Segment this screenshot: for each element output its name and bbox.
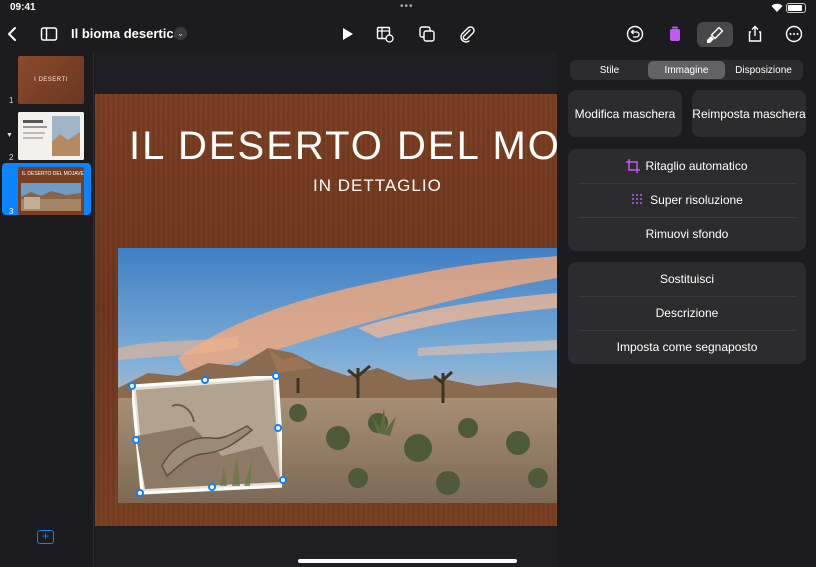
trash-icon[interactable] — [664, 23, 686, 45]
table-chart-icon[interactable] — [374, 23, 396, 45]
reset-mask-button[interactable]: Reimposta maschera — [692, 90, 806, 137]
slide-subtitle[interactable]: IN DETTAGLIO — [313, 176, 442, 196]
status-bar: 09:41 ••• — [0, 0, 816, 16]
more-icon[interactable] — [783, 23, 805, 45]
toolbar: Il bioma desertico ⌄ — [0, 16, 816, 52]
slide-title[interactable]: IL DESERTO DEL MOJ — [129, 124, 557, 169]
selection-handle[interactable] — [132, 436, 140, 444]
selection-handle[interactable] — [128, 382, 136, 390]
selection-handle[interactable] — [274, 424, 282, 432]
wifi-icon — [771, 3, 783, 12]
undo-icon[interactable] — [624, 23, 646, 45]
selection-handle[interactable] — [272, 372, 280, 380]
document-title[interactable]: Il bioma desertico — [71, 26, 182, 41]
thumb-title: IL DESERTO DEL MOJAVE — [22, 171, 84, 177]
tab-image[interactable]: Immagine — [648, 61, 725, 79]
tab-style[interactable]: Stile — [571, 61, 648, 79]
image-actions-group: Sostituisci Descrizione Imposta come seg… — [568, 262, 806, 364]
image-tools-group: Ritaglio automatico Super risoluzione Ri… — [568, 149, 806, 251]
share-icon[interactable] — [744, 23, 766, 45]
play-icon[interactable] — [336, 23, 358, 45]
keynote-app: 09:41 ••• Il bioma desertico ⌄ I DESERTI… — [0, 0, 816, 567]
replace-button[interactable]: Sostituisci — [568, 262, 806, 296]
battery-icon — [786, 3, 806, 13]
shapes-icon[interactable] — [416, 23, 438, 45]
chevron-down-icon[interactable]: ⌄ — [174, 27, 187, 40]
add-slide-icon[interactable]: + — [37, 530, 54, 544]
paperclip-icon[interactable] — [456, 23, 478, 45]
back-icon[interactable] — [2, 23, 24, 45]
collapse-triangle-icon[interactable]: ▼ — [6, 132, 13, 139]
slide-thumbnail-image: I DESERTI — [18, 56, 84, 104]
multitasking-dots[interactable]: ••• — [400, 1, 414, 12]
super-resolution-label: Super risoluzione — [650, 193, 743, 207]
selection-handle[interactable] — [208, 483, 216, 491]
format-button[interactable] — [697, 22, 733, 47]
paintbrush-icon — [707, 26, 724, 43]
auto-crop-button[interactable]: Ritaglio automatico — [568, 149, 806, 183]
slide-number: 2 — [9, 153, 14, 162]
slide-thumbnail-image — [18, 112, 84, 160]
sidebar-icon[interactable] — [38, 23, 60, 45]
crop-icon — [626, 159, 641, 173]
selection-handle[interactable] — [201, 376, 209, 384]
slide-thumbnail-image: IL DESERTO DEL MOJAVE — [18, 167, 84, 215]
slide-number: 1 — [9, 96, 14, 105]
selection-handle[interactable] — [279, 476, 287, 484]
lizard-image — [132, 376, 282, 495]
slide-navigator: I DESERTI 1 ▼ 2 IL DESERTO DEL MOJAVE 3 … — [0, 52, 94, 567]
format-inspector: Stile Immagine Disposizione Modifica mas… — [557, 52, 816, 567]
tab-arrange[interactable]: Disposizione — [725, 61, 802, 79]
auto-crop-label: Ritaglio automatico — [645, 159, 748, 173]
home-indicator[interactable] — [298, 559, 517, 563]
slide-number: 3 — [9, 207, 14, 216]
slide-canvas: IL DESERTO DEL MOJ IN DETTAGLIO — [95, 52, 557, 567]
super-resolution-button[interactable]: Super risoluzione — [568, 183, 806, 217]
description-button[interactable]: Descrizione — [568, 296, 806, 330]
inspector-tabs: Stile Immagine Disposizione — [570, 60, 803, 80]
edit-mask-button[interactable]: Modifica maschera — [568, 90, 682, 137]
remove-background-button[interactable]: Rimuovi sfondo — [568, 217, 806, 251]
thumb-title: I DESERTI — [18, 56, 84, 104]
set-as-placeholder-button[interactable]: Imposta come segnaposto — [568, 330, 806, 364]
status-time: 09:41 — [10, 2, 36, 13]
selection-handle[interactable] — [136, 489, 144, 497]
dots-grid-icon — [632, 194, 643, 204]
